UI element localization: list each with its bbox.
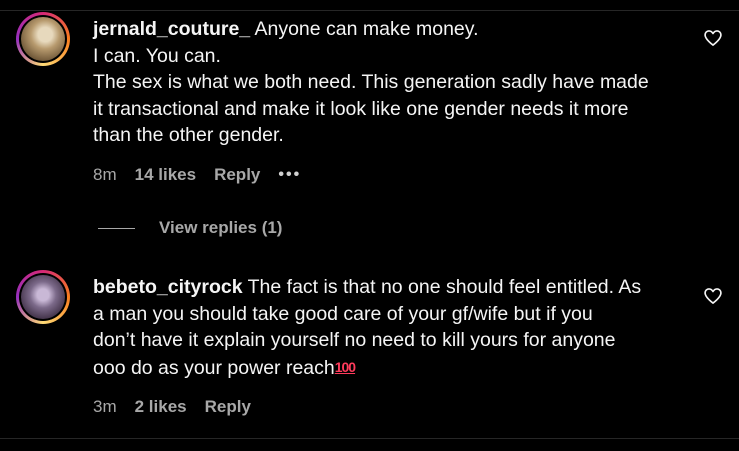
comment-text-line: a man you should take good care of your … [93,302,593,325]
comment-text: bebeto_cityrock The fact is that no one … [93,274,683,381]
comment-text-line: than the other gender. [93,124,284,146]
avatar[interactable] [16,270,70,324]
comment-time: 3m [93,397,117,416]
likes-count[interactable]: 14 likes [135,165,196,185]
comment-text-line: The sex is what we both need. This gener… [93,71,649,93]
avatar[interactable] [16,12,70,66]
reply-button[interactable]: Reply [205,397,251,417]
heart-outline-icon[interactable] [703,28,723,48]
reply-button[interactable]: Reply [214,165,260,185]
comment-text-line: it transactional and make it look like o… [93,97,629,120]
comment-text-first-line: The fact is that no one should feel enti… [247,276,642,298]
comment-text-line: ooo do as your power reach [93,356,335,379]
heart-outline-icon[interactable] [703,286,723,306]
comment-username[interactable]: bebeto_cityrock [93,276,243,298]
avatar-photo [21,275,65,319]
view-replies-button[interactable]: View replies (1) [98,216,282,240]
comment-username[interactable]: jernald_couture_ [93,18,250,40]
comment-meta: 8m 14 likes Reply ••• [93,163,319,187]
top-divider [0,10,739,11]
comment-text: jernald_couture_ Anyone can make money. … [93,16,683,149]
comment-meta: 3m 2 likes Reply [93,395,269,419]
view-replies-label: View replies (1) [159,218,283,237]
likes-count[interactable]: 2 likes [135,397,187,417]
comment-text-first-line: Anyone can make money. [254,18,479,40]
comment-text-line: don’t have it explain yourself no need t… [93,329,616,351]
avatar-photo [21,17,65,61]
bottom-divider [0,438,739,439]
comment-text-line: I can. You can. [93,44,221,67]
hundred-points-emoji-icon: 100 [334,358,356,375]
comment-time: 8m [93,165,117,184]
more-options-icon[interactable]: ••• [278,166,301,184]
view-replies-line [98,227,135,229]
